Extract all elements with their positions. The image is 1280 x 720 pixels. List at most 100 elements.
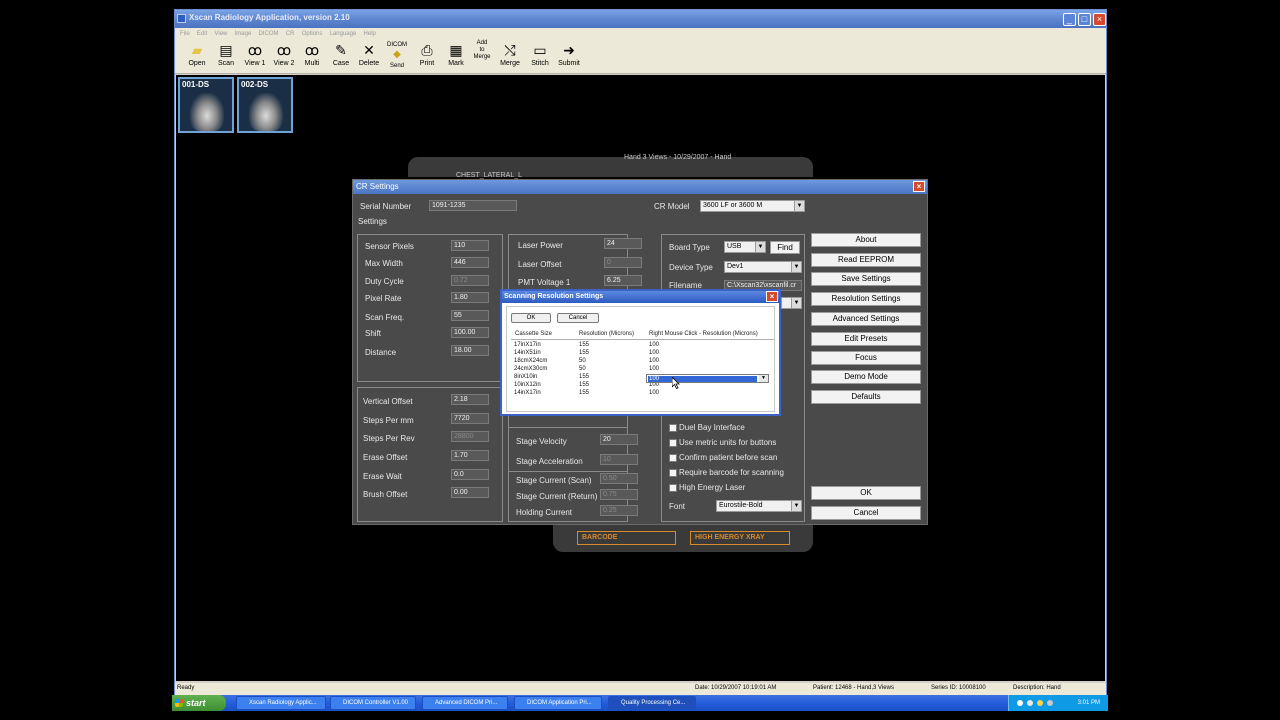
advanced-settings-button[interactable]: Advanced Settings (811, 312, 921, 326)
task-dicom-controller[interactable]: DICOM Controller V1.00 (330, 696, 416, 710)
xray-hand-image (249, 93, 283, 131)
find-button[interactable]: Find (770, 241, 800, 254)
scan-button[interactable]: ▤ Scan (212, 40, 240, 72)
laser-power-field[interactable]: 24 (604, 238, 642, 249)
resolution-dropdown[interactable]: 100 ▼ (646, 374, 769, 383)
task-quality-processing[interactable]: Quality Processing Ce... (608, 696, 696, 710)
pixel-rate-field[interactable]: 1.80 (451, 292, 489, 303)
window-title: Xscan Radiology Application, version 2.1… (189, 13, 350, 22)
print-button[interactable]: ⎙ Print (413, 40, 441, 72)
serial-number-field[interactable]: 1091-1235 (429, 200, 517, 211)
brush-offset-field[interactable]: 0.00 (451, 487, 489, 498)
require-barcode-checkbox[interactable] (669, 469, 677, 477)
merge-button[interactable]: ⤭ Merge (496, 40, 524, 72)
toolbar: ▰ Open ▤ Scan ꝏ View 1 ꝏ View 2 ꝏ Multi ✎ Case… (175, 38, 1106, 74)
tray-icon[interactable] (1017, 700, 1023, 706)
tray-icon[interactable] (1037, 700, 1043, 706)
board-type-select[interactable]: USB ▼ (724, 241, 766, 253)
sr-ok-button[interactable]: OK (511, 313, 551, 323)
volume-icon[interactable] (1047, 700, 1053, 706)
chevron-down-icon[interactable]: ▼ (759, 375, 768, 382)
table-row[interactable]: 10inX12in 155 100 (507, 382, 774, 390)
view2-button[interactable]: ꝏ View 2 (270, 40, 298, 72)
task-xscan[interactable]: Xscan Radiology Applic... (236, 696, 326, 710)
stitch-button[interactable]: ▭ Stitch (526, 40, 554, 72)
case-button[interactable]: ✎ Case (327, 40, 355, 72)
pmt-voltage-field[interactable]: 6.25 (604, 275, 642, 286)
menu-help[interactable]: Help (364, 31, 376, 37)
system-tray: 3:01 PM (1008, 695, 1108, 711)
table-row[interactable]: 14inX17in 155 100 (507, 390, 774, 398)
close-button[interactable]: × (1093, 13, 1106, 26)
table-row[interactable]: 14inX51in 155 100 (507, 350, 774, 358)
menu-language[interactable]: Language (330, 31, 357, 37)
metric-units-checkbox[interactable] (669, 439, 677, 447)
status-patient: Patient: 12468 - Hand,3 Views (813, 685, 894, 691)
menu-image[interactable]: Image (235, 31, 252, 37)
about-button[interactable]: About (811, 233, 921, 247)
cr-model-select[interactable]: 3600 LF or 3600 M ▼ (700, 200, 805, 212)
stage-velocity-field[interactable]: 20 (600, 434, 638, 445)
menu-options[interactable]: Options (302, 31, 323, 37)
sr-close-button[interactable]: × (766, 291, 778, 302)
chevron-down-icon: ▼ (791, 501, 801, 511)
max-width-field[interactable]: 446 (451, 257, 489, 268)
task-advanced-dicom[interactable]: Advanced DICOM Pri... (422, 696, 508, 710)
holding-current-field: 0.25 (600, 505, 638, 516)
erase-wait-field[interactable]: 0.0 (451, 469, 489, 480)
device-type-select[interactable]: Dev1 ▼ (724, 261, 802, 273)
menu-cr[interactable]: CR (286, 31, 295, 37)
resolution-settings-button[interactable]: Resolution Settings (811, 292, 921, 306)
menu-dicom[interactable]: DICOM (259, 31, 279, 37)
duel-bay-checkbox[interactable] (669, 424, 677, 432)
cancel-button[interactable]: Cancel (811, 506, 921, 520)
tray-icon[interactable] (1027, 700, 1033, 706)
menu-view[interactable]: View (214, 31, 227, 37)
multi-button[interactable]: ꝏ Multi (298, 40, 326, 72)
glasses-icon: ꝏ (247, 42, 263, 58)
table-row[interactable]: 24cmX30cm 50 100 (507, 366, 774, 374)
edit-presets-button[interactable]: Edit Presets (811, 332, 921, 346)
scan-freq-field[interactable]: 55 (451, 310, 489, 321)
menu-bar: File Edit View Image DICOM CR Options La… (175, 28, 1106, 38)
minimize-button[interactable]: _ (1063, 13, 1076, 26)
add-to-merge-button[interactable]: Add to Merge (468, 40, 496, 72)
demo-mode-button[interactable]: Demo Mode (811, 370, 921, 384)
sensor-pixels-field[interactable]: 110 (451, 240, 489, 251)
chevron-down-icon: ▼ (755, 242, 765, 252)
extra-select[interactable]: ▼ (781, 297, 802, 309)
table-row[interactable]: 17inX17in 155 100 (507, 342, 774, 350)
thumbnail-002[interactable]: 002-DS (237, 77, 293, 133)
dicom-send-button[interactable]: DICOM ◆ Send (383, 40, 411, 72)
shift-field[interactable]: 100.00 (451, 327, 489, 338)
vertical-offset-field[interactable]: 2.18 (451, 394, 489, 405)
task-dicom-application[interactable]: DICOM Application Pri... (514, 696, 602, 710)
start-button[interactable]: start (172, 695, 226, 711)
erase-offset-field[interactable]: 1.70 (451, 450, 489, 461)
confirm-patient-checkbox[interactable] (669, 454, 677, 462)
table-row[interactable]: 18cmX24cm 50 100 (507, 358, 774, 366)
steps-per-mm-field[interactable]: 7720 (451, 413, 489, 424)
clock: 3:01 PM (1077, 700, 1100, 706)
save-settings-button[interactable]: Save Settings (811, 272, 921, 286)
maximize-button[interactable]: □ (1078, 13, 1091, 26)
menu-edit[interactable]: Edit (197, 31, 207, 37)
ok-button[interactable]: OK (811, 486, 921, 500)
read-eeprom-button[interactable]: Read EEPROM (811, 253, 921, 267)
thumbnail-001[interactable]: 001-DS (178, 77, 234, 133)
high-energy-laser-checkbox[interactable] (669, 484, 677, 492)
sr-cancel-button[interactable]: Cancel (557, 313, 599, 323)
view1-button[interactable]: ꝏ View 1 (241, 40, 269, 72)
viewer-subtitle: CHEST_LATERAL_L (456, 172, 523, 179)
cr-close-button[interactable]: × (913, 181, 925, 192)
menu-file[interactable]: File (180, 31, 190, 37)
defaults-button[interactable]: Defaults (811, 390, 921, 404)
viewer-title: Hand 3 Views - 10/29/2007 - Hand (624, 154, 732, 161)
delete-button[interactable]: ✕ Delete (355, 40, 383, 72)
focus-button[interactable]: Focus (811, 351, 921, 365)
font-select[interactable]: Eurostile-Bold ▼ (716, 500, 802, 512)
mark-button[interactable]: ▦ Mark (442, 40, 470, 72)
submit-button[interactable]: ➜ Submit (555, 40, 583, 72)
distance-field[interactable]: 18.00 (451, 345, 489, 356)
open-button[interactable]: ▰ Open (183, 40, 211, 72)
